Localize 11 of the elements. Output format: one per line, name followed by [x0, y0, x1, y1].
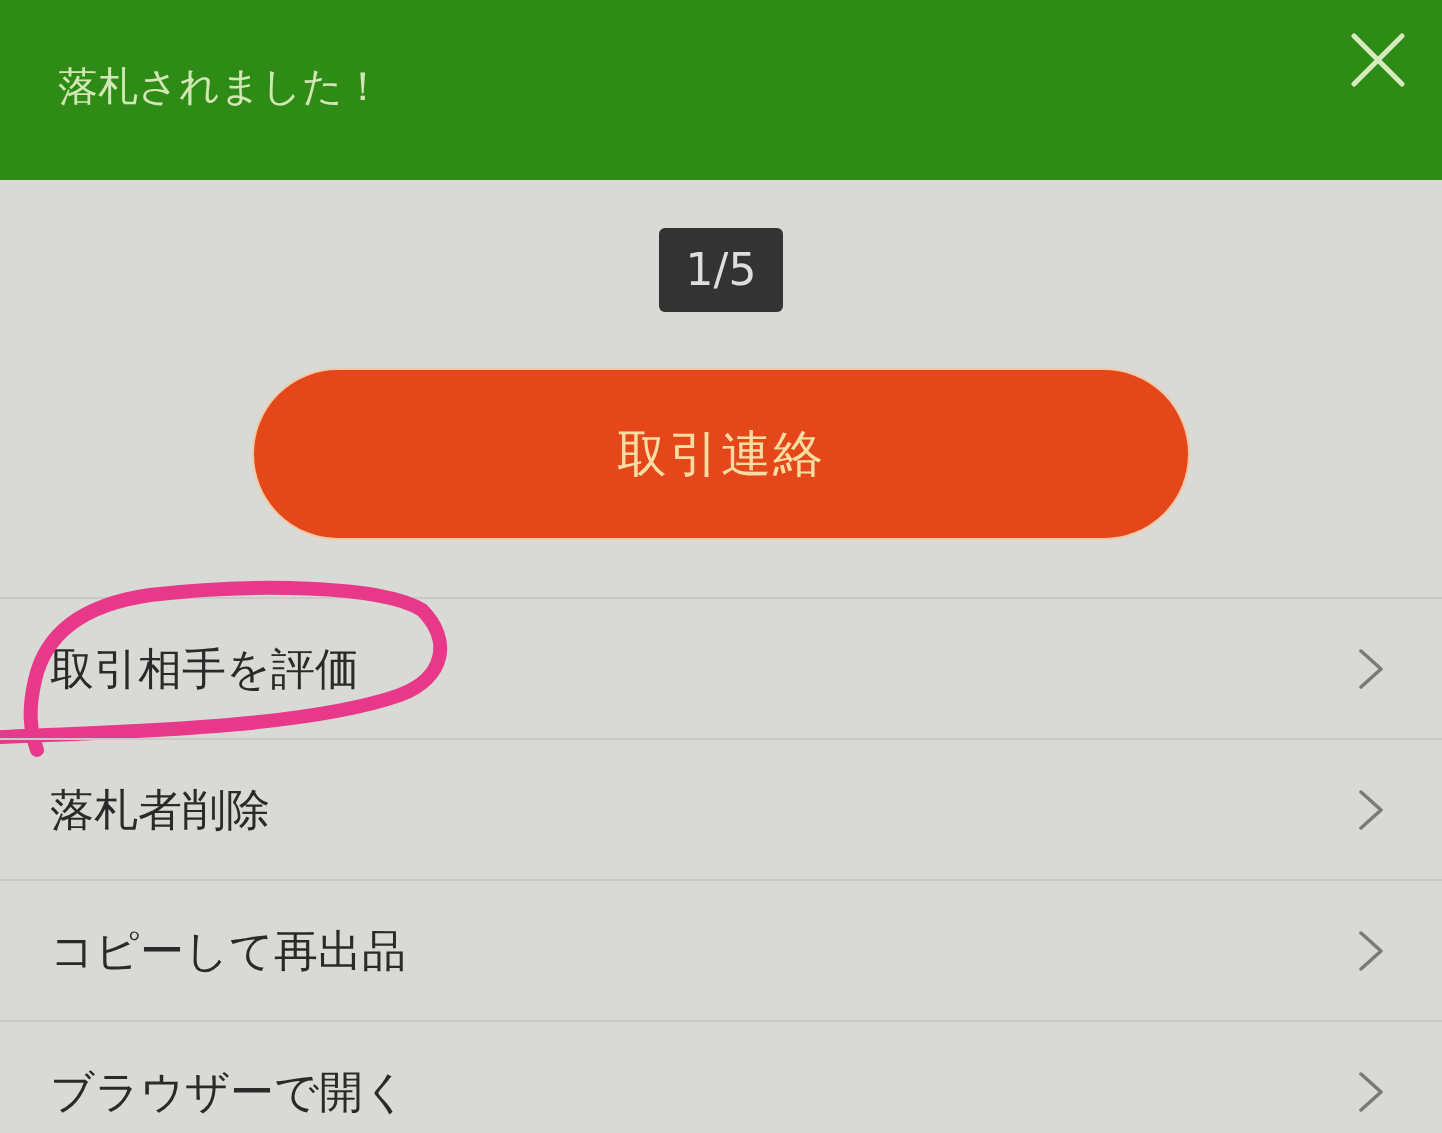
menu-item[interactable]: ブラウザーで開く	[0, 1020, 1442, 1133]
close-icon[interactable]	[1351, 33, 1405, 87]
chevron-right-icon	[1359, 789, 1383, 830]
dialog-title: 落札されました！	[58, 66, 383, 106]
chevron-right-icon	[1359, 648, 1383, 689]
page-counter: 1/5	[659, 228, 783, 312]
menu-item[interactable]: コピーして再出品	[0, 879, 1442, 1020]
chevron-right-icon	[1359, 1071, 1383, 1112]
menu-item[interactable]: 落札者削除	[0, 738, 1442, 879]
menu-item[interactable]: 取引相手を評価	[0, 597, 1442, 738]
chevron-right-icon	[1359, 930, 1383, 971]
